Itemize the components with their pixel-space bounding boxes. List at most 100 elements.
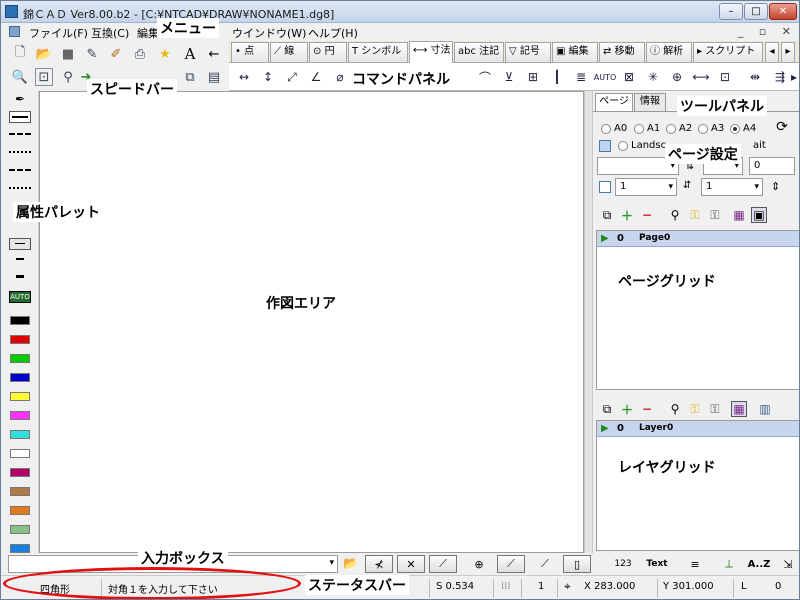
- radio-a4[interactable]: [730, 124, 740, 134]
- text-a-icon[interactable]: A: [181, 45, 199, 63]
- color-swatch[interactable]: [10, 487, 30, 496]
- radio-a0[interactable]: [601, 124, 611, 134]
- save-icon[interactable]: ■: [59, 45, 77, 63]
- dim-radius-icon[interactable]: ⌀: [329, 66, 351, 88]
- snap-cross-button[interactable]: ✕: [397, 555, 425, 573]
- panel-scroll-icon[interactable]: ▸: [789, 66, 799, 88]
- tab-scroll-right[interactable]: ▸: [781, 42, 795, 62]
- zoom-window-icon[interactable]: ⊡: [35, 68, 53, 86]
- tab-symbol[interactable]: T シンボル: [348, 42, 408, 62]
- snap-angle-button[interactable]: ⟋: [497, 555, 525, 573]
- tab-point[interactable]: • 点: [231, 42, 269, 62]
- tab-dimension[interactable]: ⟷ 寸法: [409, 41, 453, 63]
- drawing-area[interactable]: [39, 91, 584, 553]
- dim-offset-icon[interactable]: ⇹: [744, 66, 766, 88]
- page-lock-icon[interactable]: ⚿: [687, 207, 703, 223]
- menu-help[interactable]: ヘルプ(H): [308, 25, 358, 41]
- color-swatch[interactable]: [10, 468, 30, 477]
- color-swatch[interactable]: [10, 316, 30, 325]
- radio-a3[interactable]: [698, 124, 708, 134]
- layer-grid-row[interactable]: ▶ 0 Layer0: [597, 421, 799, 437]
- layer-tool-icon[interactable]: ≡: [681, 555, 709, 573]
- attach-tool-icon[interactable]: ⟂: [715, 555, 743, 573]
- tab-line[interactable]: ⟋ 線: [270, 42, 308, 62]
- menu-window[interactable]: ウインドウ(W): [232, 25, 306, 41]
- open-folder-icon[interactable]: 📂: [343, 556, 359, 572]
- dim-stack-icon[interactable]: ≣: [570, 66, 592, 88]
- zoom-icon[interactable]: 🔍: [11, 68, 29, 86]
- page-unlock-icon[interactable]: ⚿: [707, 207, 723, 223]
- color-swatch[interactable]: [10, 335, 30, 344]
- close-button[interactable]: ✕: [769, 3, 797, 20]
- arrow-left-icon[interactable]: ←: [205, 45, 223, 63]
- width-thin[interactable]: [16, 258, 24, 260]
- color-swatch[interactable]: [10, 544, 30, 553]
- snap-center-icon[interactable]: ⊕: [465, 555, 493, 573]
- dim-extend-icon[interactable]: ⟷: [690, 66, 712, 88]
- copy-icon[interactable]: ⧉: [181, 68, 199, 86]
- menu-compat[interactable]: 互換(C): [91, 25, 129, 41]
- chevron-down-icon[interactable]: ▾: [329, 558, 334, 568]
- play-icon[interactable]: ▶: [601, 423, 609, 434]
- layer-unlock-icon[interactable]: ⚿: [707, 401, 723, 417]
- color-swatch[interactable]: [10, 392, 30, 401]
- page-color-icon[interactable]: ▦: [731, 207, 747, 223]
- line-dash[interactable]: [9, 133, 31, 135]
- color-swatch[interactable]: [10, 411, 30, 420]
- paste-icon[interactable]: ▤: [205, 68, 223, 86]
- paint-icon[interactable]: ✐: [107, 45, 125, 63]
- dim-modify-icon[interactable]: ⊡: [714, 66, 736, 88]
- minimize-button[interactable]: –: [719, 3, 743, 20]
- line-solid-thick[interactable]: [9, 111, 31, 123]
- page-grid[interactable]: ▶ 0 Page0: [596, 230, 799, 390]
- color-swatch[interactable]: [10, 430, 30, 439]
- color-auto-button[interactable]: AUTO: [9, 291, 31, 303]
- new-file-icon[interactable]: 🗋: [11, 45, 29, 63]
- layer-count-combo[interactable]: 1: [701, 178, 763, 196]
- snap-line-button[interactable]: ⟋: [429, 555, 457, 573]
- document-icon[interactable]: [9, 26, 20, 37]
- sort-tool-icon[interactable]: A..Z: [745, 555, 773, 573]
- menu-file[interactable]: ファイル(F): [29, 25, 88, 41]
- favorite-star-icon[interactable]: ★: [156, 45, 174, 63]
- page-copy-icon[interactable]: ⧉: [599, 207, 615, 223]
- dim-chain-icon[interactable]: ⊻: [498, 66, 520, 88]
- snap-orth-button[interactable]: ▯: [563, 555, 591, 573]
- width-selector[interactable]: [9, 238, 31, 250]
- tab-page[interactable]: ページ: [595, 93, 633, 111]
- page-add-icon[interactable]: ＋: [619, 207, 635, 223]
- menu-edit[interactable]: 編集: [137, 25, 159, 41]
- color-swatch[interactable]: [10, 449, 30, 458]
- dim-all-icon[interactable]: ⊕: [666, 66, 688, 88]
- radio-a2[interactable]: [666, 124, 676, 134]
- dim-angle-icon[interactable]: ∠: [305, 66, 327, 88]
- layer-view-icon[interactable]: ▥: [757, 401, 773, 417]
- dim-arc-icon[interactable]: ⌒: [474, 66, 496, 88]
- layer-color-icon[interactable]: ▦: [731, 401, 747, 417]
- page-grid-row[interactable]: ▶ 0 Page0: [597, 231, 799, 247]
- print-icon[interactable]: ⎙: [131, 45, 149, 63]
- tab-edit[interactable]: ▣ 編集: [552, 42, 598, 62]
- maximize-button[interactable]: □: [744, 3, 768, 20]
- dim-horizontal-icon[interactable]: ↔: [233, 66, 255, 88]
- zoom-tool-icon[interactable]: ⚲: [59, 68, 77, 86]
- tab-circle[interactable]: ⊙ 円: [309, 42, 347, 62]
- tab-script[interactable]: ▸ スクリプト: [693, 42, 763, 62]
- mdi-controls[interactable]: _ ▫ ✕: [738, 25, 797, 38]
- open-folder-icon[interactable]: 📂: [35, 45, 53, 63]
- tab-mark[interactable]: ▽ 記号: [505, 42, 551, 62]
- dim-text-tool-icon[interactable]: 123: [609, 555, 637, 573]
- output-tool-icon[interactable]: ⇲: [779, 555, 797, 573]
- dim-aligned-icon[interactable]: ⤢: [281, 66, 303, 88]
- dim-baseline-icon[interactable]: ┃: [546, 66, 568, 88]
- radio-a1[interactable]: [634, 124, 644, 134]
- page-select-icon[interactable]: ⚲: [667, 207, 683, 223]
- tab-scroll-left[interactable]: ◂: [765, 42, 779, 62]
- color-swatch[interactable]: [10, 506, 30, 515]
- layer-grid[interactable]: ▶ 0 Layer0: [596, 420, 799, 551]
- tab-move[interactable]: ⇄ 移動: [599, 42, 645, 62]
- pen-icon[interactable]: ✒: [9, 93, 31, 105]
- tab-analyze[interactable]: ⓘ 解析: [646, 42, 692, 62]
- dim-spread-icon[interactable]: ✳: [642, 66, 664, 88]
- snap-free-icon[interactable]: ⟋: [531, 555, 559, 573]
